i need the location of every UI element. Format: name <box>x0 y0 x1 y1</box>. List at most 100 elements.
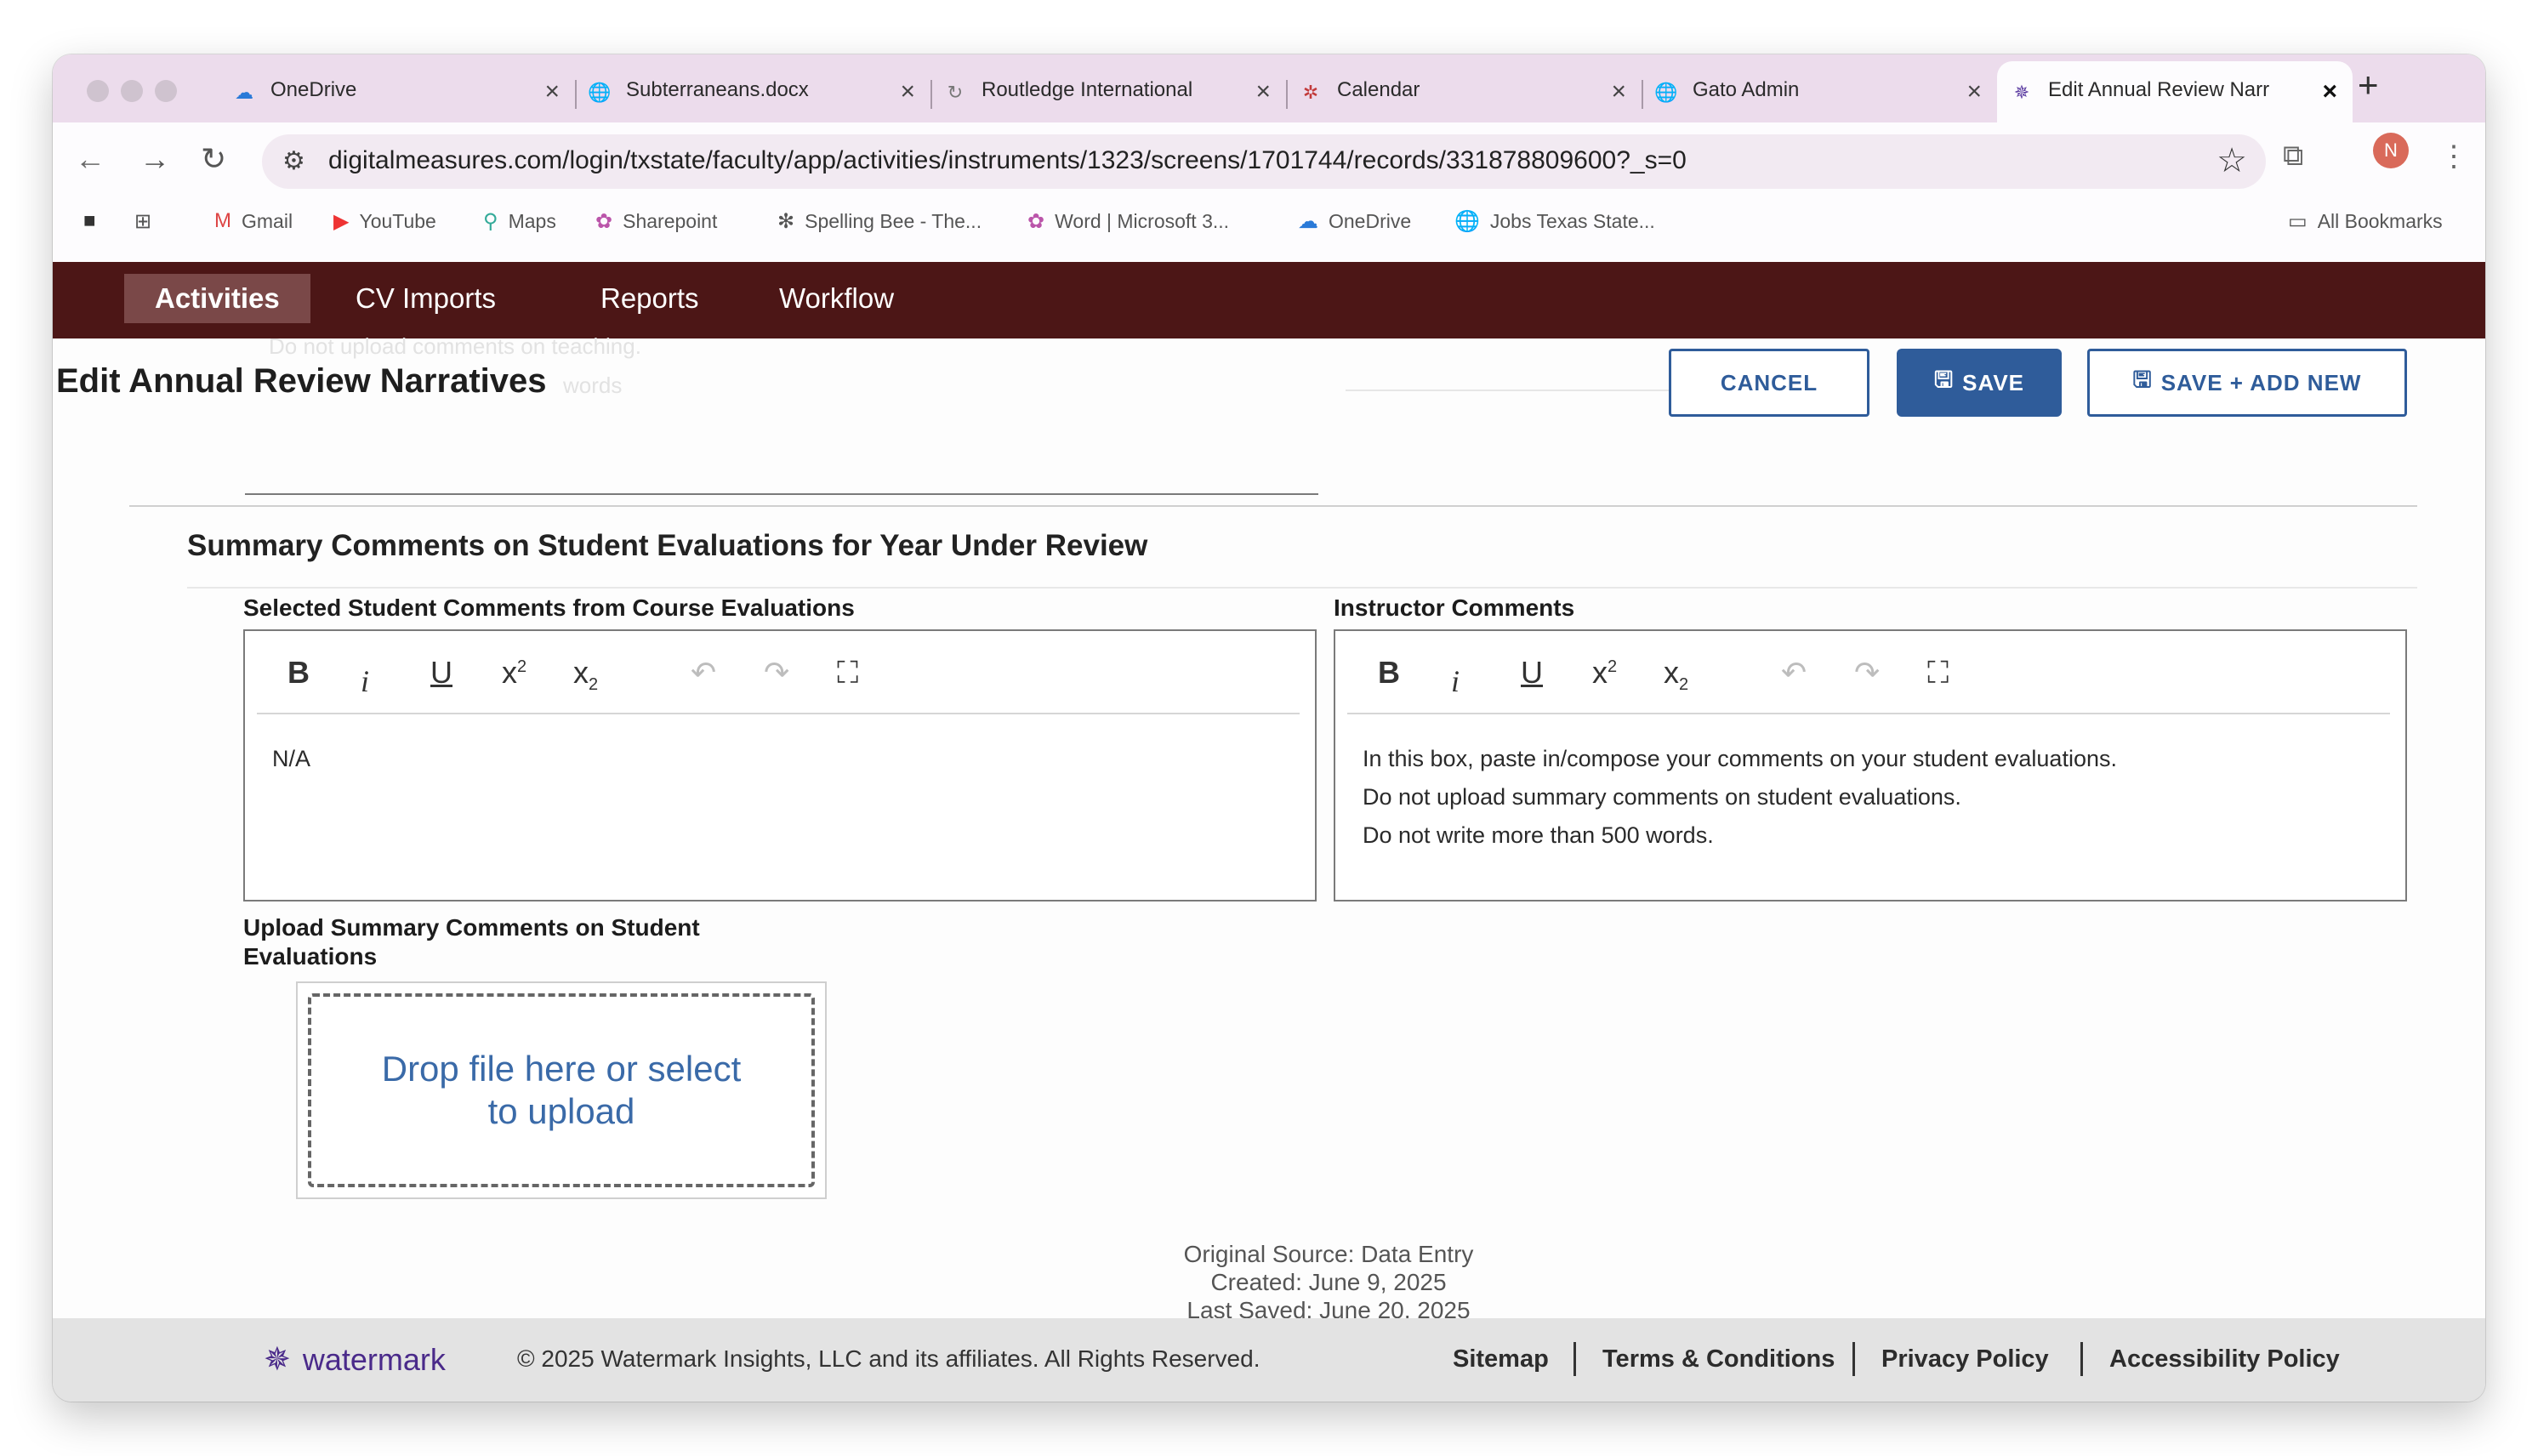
bold-icon[interactable]: B <box>1378 655 1400 691</box>
bookmarks-bar: ■ ⊞ M Gmail ▶ YouTube ⚲ Maps ✿ Sharepoint ✻ S… <box>53 197 2485 248</box>
bookmark-spelling-bee[interactable]: ✻ Spelling Bee - The... <box>777 209 982 234</box>
apps-grid-icon[interactable]: ⊞ <box>134 209 151 234</box>
bookmark-sharepoint[interactable]: ✿ Sharepoint <box>595 209 717 234</box>
undo-icon[interactable]: ↶ <box>1781 655 1807 691</box>
bookmark-gmail[interactable]: M Gmail <box>214 209 293 233</box>
footer-link-privacy[interactable]: Privacy Policy <box>1881 1345 2049 1374</box>
window-minimize-control[interactable] <box>121 80 143 102</box>
bookmark-maps[interactable]: ⚲ Maps <box>483 209 556 234</box>
save-add-new-button[interactable]: 🖫 SAVE + ADD NEW <box>2087 349 2407 417</box>
main-content: Do not upload comments on teaching. word… <box>53 333 2485 1323</box>
nav-activities[interactable]: Activities <box>124 274 310 323</box>
site-settings-icon[interactable]: ⚙ <box>282 146 305 176</box>
address-bar[interactable]: ⚙ digitalmeasures.com/login/txstate/facu… <box>262 134 2266 189</box>
tab-onedrive[interactable]: ☁ OneDrive × <box>219 61 577 122</box>
tab-routledge[interactable]: ↻ Routledge International × <box>930 61 1288 122</box>
tab-label: Subterraneans.docx <box>626 78 809 101</box>
upload-label-line: Evaluations <box>243 943 378 970</box>
subscript-icon[interactable]: x2 <box>1664 655 1688 695</box>
globe-icon: 🌐 <box>1654 82 1678 103</box>
bookmark-youtube[interactable]: ▶ YouTube <box>333 209 436 234</box>
tab-label: Routledge International <box>982 78 1193 101</box>
close-icon[interactable]: × <box>2322 75 2337 109</box>
student-comments-text[interactable]: N/A <box>272 740 1289 778</box>
redo-icon[interactable]: ↷ <box>764 655 789 691</box>
sidebar-icon[interactable]: ■ <box>83 209 96 233</box>
window-zoom-control[interactable] <box>155 80 177 102</box>
bookmark-label: Word | Microsoft 3... <box>1055 210 1230 232</box>
student-comments-label: Selected Student Comments from Course Ev… <box>243 594 855 621</box>
watermark-logo[interactable]: ✵ watermark <box>264 1340 446 1379</box>
underline-icon[interactable]: U <box>430 655 452 691</box>
bookmark-star-icon[interactable]: ☆ <box>2216 141 2247 180</box>
nav-reports[interactable]: Reports <box>570 274 730 323</box>
back-arrow-icon[interactable]: ← <box>75 141 105 177</box>
tab-edit-annual-review[interactable]: ✵ Edit Annual Review Narr × <box>1997 61 2353 122</box>
instructor-comments-label: Instructor Comments <box>1334 594 1575 621</box>
footer-link-accessibility[interactable]: Accessibility Policy <box>2109 1345 2340 1374</box>
tab-subterraneans[interactable]: 🌐 Subterraneans.docx × <box>575 61 932 122</box>
bookmark-label: Sharepoint <box>623 210 718 232</box>
editor-divider <box>1347 713 2390 714</box>
more-menu-icon[interactable]: ⋮ <box>2439 139 2468 173</box>
floppy-disk-icon: 🖫 <box>1933 367 1955 392</box>
instructor-comments-text[interactable]: In this box, paste in/compose your comme… <box>1363 740 2380 855</box>
section-divider <box>129 505 2417 507</box>
nav-workflow[interactable]: Workflow <box>748 274 925 323</box>
close-icon[interactable]: × <box>1966 75 1982 109</box>
bookmark-label: YouTube <box>359 210 436 232</box>
copilot-icon: ✿ <box>595 210 613 233</box>
italic-icon[interactable]: i <box>1451 663 1460 699</box>
fullscreen-icon[interactable]: ⛶ <box>837 655 858 691</box>
redo-icon[interactable]: ↷ <box>1854 655 1880 691</box>
instructor-comments-editor: B i U x2 x2 ↶ ↷ ⛶ In this box, paste in/… <box>1334 629 2407 901</box>
app-nav-bar: Activities CV Imports Reports Workflow <box>53 262 2485 338</box>
footer-link-sitemap[interactable]: Sitemap <box>1453 1345 1549 1374</box>
forward-arrow-icon[interactable]: → <box>139 141 170 177</box>
save-button[interactable]: 🖫 SAVE <box>1897 349 2062 417</box>
tab-search-icon[interactable]: ⧉ <box>2283 139 2303 173</box>
bookmark-onedrive[interactable]: ☁ OneDrive <box>1298 209 1411 234</box>
footer-link-terms[interactable]: Terms & Conditions <box>1602 1345 1835 1374</box>
fullscreen-icon[interactable]: ⛶ <box>1927 655 1949 691</box>
italic-icon[interactable]: i <box>361 663 369 699</box>
close-icon[interactable]: × <box>544 75 560 109</box>
superscript-icon[interactable]: x2 <box>1592 655 1617 691</box>
watermark-icon: ✵ <box>264 1342 291 1378</box>
underline-icon[interactable]: U <box>1521 655 1543 691</box>
new-tab-icon[interactable]: + <box>2358 65 2379 105</box>
footer-divider <box>1573 1342 1576 1376</box>
undo-icon[interactable]: ↶ <box>691 655 716 691</box>
page-footer: ✵ watermark © 2025 Watermark Insights, L… <box>53 1318 2485 1402</box>
reload-icon[interactable]: ↻ <box>201 141 226 177</box>
cancel-button[interactable]: CANCEL <box>1669 349 1869 417</box>
copilot-icon: ✿ <box>1027 210 1045 233</box>
close-icon[interactable]: × <box>1611 75 1626 109</box>
tab-gato-admin[interactable]: 🌐 Gato Admin × <box>1642 61 1997 122</box>
tab-calendar[interactable]: ✲ Calendar × <box>1286 61 1643 122</box>
footer-divider <box>2080 1342 2083 1376</box>
gmail-icon: M <box>214 209 231 232</box>
youtube-icon: ▶ <box>333 210 350 233</box>
subscript-icon[interactable]: x2 <box>573 655 598 695</box>
superscript-icon[interactable]: x2 <box>502 655 526 691</box>
url-text[interactable]: digitalmeasures.com/login/txstate/facult… <box>328 146 1687 175</box>
floppy-disk-plus-icon: 🖫 <box>2132 367 2153 392</box>
section-title: Summary Comments on Student Evaluations … <box>187 529 1148 562</box>
file-upload-dropzone[interactable]: Drop file here or select to upload <box>296 981 827 1199</box>
profile-avatar[interactable]: N <box>2373 133 2409 168</box>
close-icon[interactable]: × <box>1255 75 1271 109</box>
window-close-control[interactable] <box>87 80 109 102</box>
bookmark-label: Gmail <box>242 209 293 232</box>
all-bookmarks[interactable]: ▭ All Bookmarks <box>2288 209 2443 234</box>
bold-icon[interactable]: B <box>287 655 310 691</box>
bookmark-jobs[interactable]: 🌐 Jobs Texas State... <box>1454 209 1655 234</box>
cloud-icon: ☁ <box>1298 210 1318 233</box>
tab-label: Edit Annual Review Narr <box>2048 78 2270 101</box>
globe-icon: 🌐 <box>1454 210 1480 233</box>
close-icon[interactable]: × <box>900 75 915 109</box>
bookmark-word[interactable]: ✿ Word | Microsoft 3... <box>1027 209 1229 234</box>
nav-cv-imports[interactable]: CV Imports <box>325 274 526 323</box>
tab-label: Gato Admin <box>1693 78 1800 101</box>
dropzone-area[interactable]: Drop file here or select to upload <box>308 993 815 1187</box>
